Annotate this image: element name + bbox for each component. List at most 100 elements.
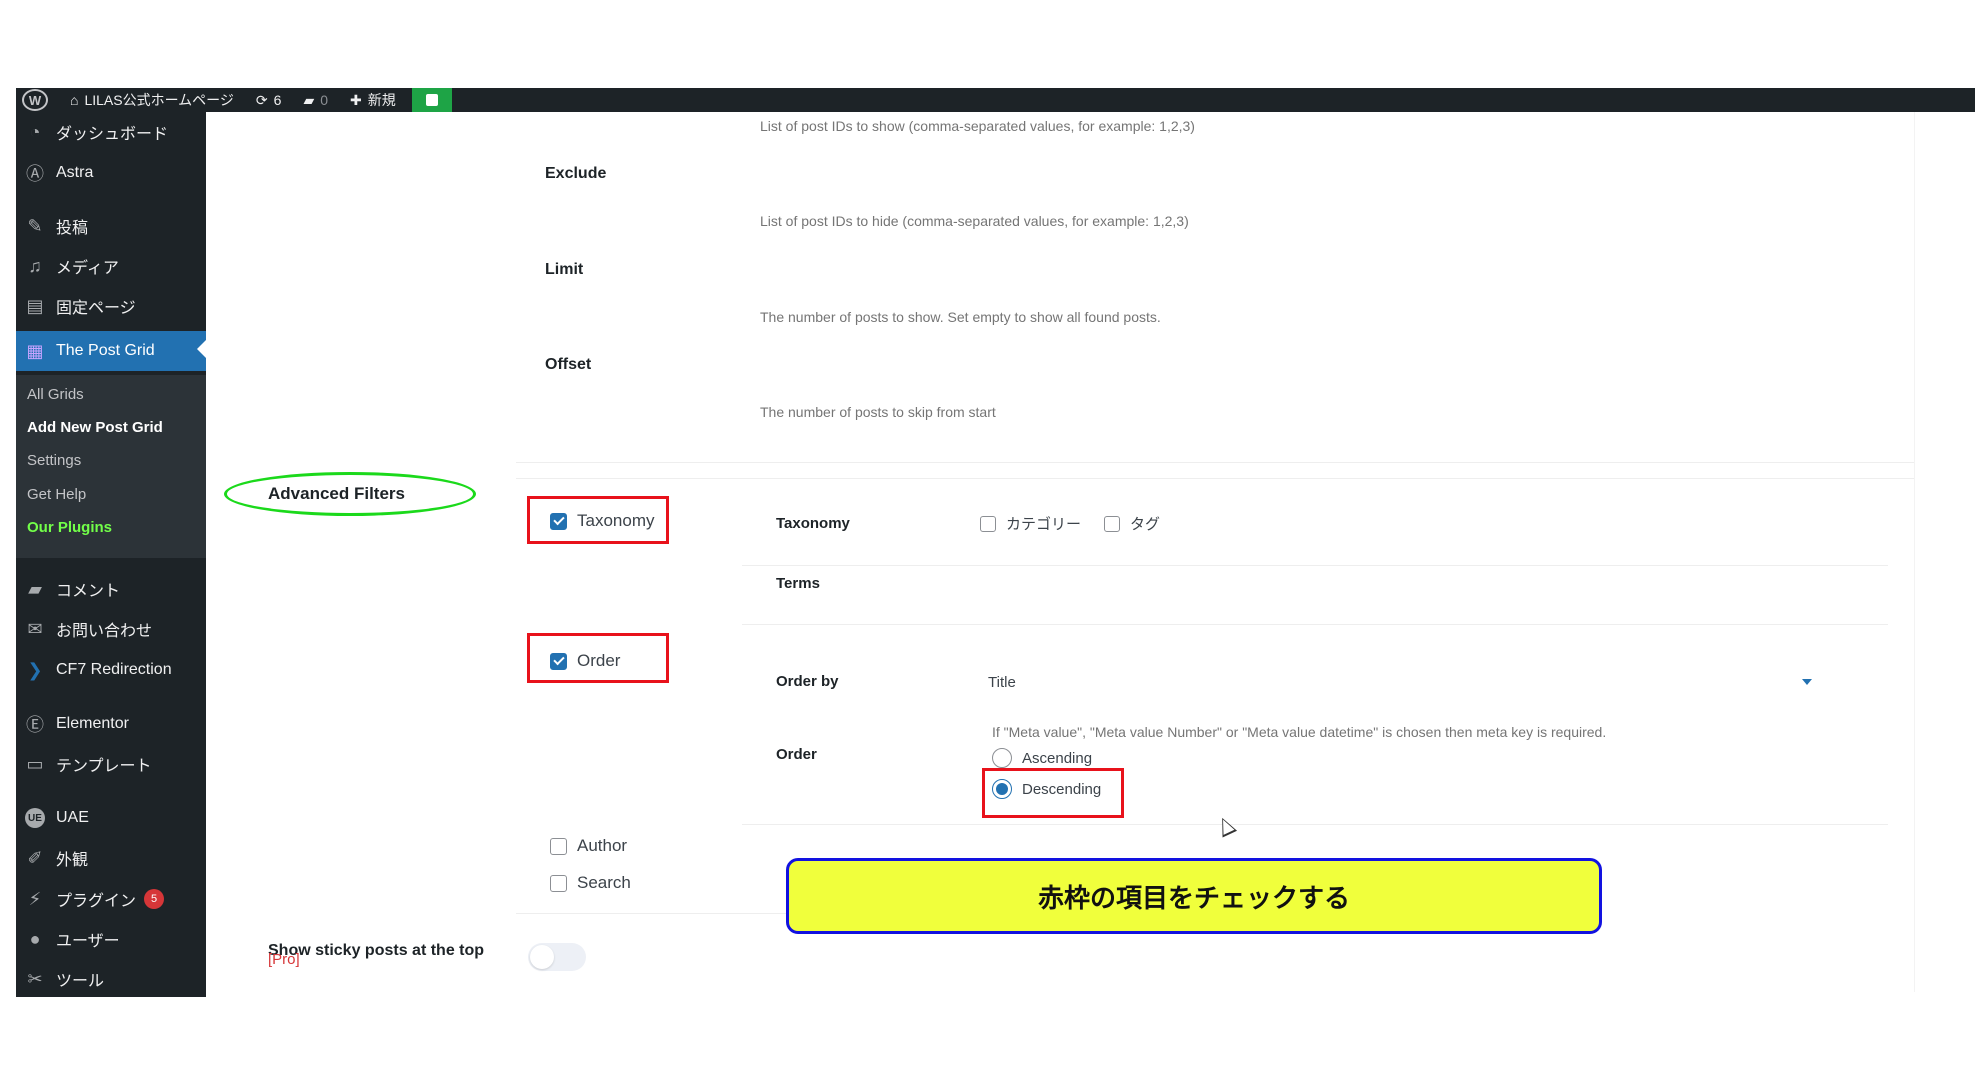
dashboard-icon: ◔ bbox=[29, 121, 41, 142]
checkbox-unchecked[interactable] bbox=[1104, 515, 1120, 532]
sidebar-item-appearance[interactable]: ✐ 外観 bbox=[16, 840, 206, 876]
site-name-link[interactable]: ⌂ LILAS公式ホームページ bbox=[70, 88, 234, 112]
sticky-posts-label: Show sticky posts at the top bbox=[268, 942, 485, 959]
filter-search-checkbox[interactable]: Search bbox=[550, 873, 631, 893]
checkbox-checked[interactable] bbox=[550, 652, 567, 670]
sidebar-item-astra[interactable]: Ⓐ Astra bbox=[16, 155, 206, 191]
offset-description: The number of posts to skip from start bbox=[760, 404, 996, 420]
divider bbox=[742, 624, 1888, 625]
sidebar-item-comments[interactable]: ▰ コメント bbox=[16, 571, 206, 607]
content-right-border bbox=[1914, 112, 1915, 992]
instruction-callout: 赤枠の項目をチェックする bbox=[786, 858, 1602, 934]
radio-selected[interactable] bbox=[992, 779, 1012, 799]
sidebar-item-label: ユーザー bbox=[56, 933, 120, 950]
filter-author-checkbox[interactable]: Author bbox=[550, 836, 627, 856]
order-by-value: Title bbox=[988, 673, 1016, 691]
sidebar-item-users[interactable]: ● ユーザー bbox=[16, 921, 206, 957]
sidebar-item-media[interactable]: ♫ メディア bbox=[16, 248, 206, 284]
taxonomy-tag-checkbox[interactable]: タグ bbox=[1104, 513, 1160, 534]
submenu-get-help[interactable]: Get Help bbox=[27, 486, 86, 503]
pin-icon: ✎ bbox=[27, 215, 43, 236]
sidebar-item-posts[interactable]: ✎ 投稿 bbox=[16, 208, 206, 244]
sidebar-item-label: お問い合わせ bbox=[56, 623, 153, 640]
radio-unselected[interactable] bbox=[992, 748, 1012, 768]
home-icon: ⌂ bbox=[70, 92, 79, 108]
order-by-select[interactable]: Title bbox=[980, 668, 1820, 696]
mouse-cursor-icon bbox=[1214, 814, 1238, 838]
sidebar-item-label: UAE bbox=[56, 809, 89, 826]
checkbox-checked[interactable] bbox=[550, 512, 567, 530]
filter-order-checkbox[interactable]: Order bbox=[550, 651, 620, 671]
sidebar-item-label: メディア bbox=[56, 260, 119, 277]
checkbox-unchecked[interactable] bbox=[550, 874, 567, 892]
admin-bar: W ⌂ LILAS公式ホームページ ⟳ 6 ▰ 0 ✚ 新規 bbox=[16, 88, 1975, 112]
checkbox-label: Author bbox=[577, 836, 628, 855]
wordpress-logo[interactable]: W bbox=[16, 88, 48, 112]
sidebar-item-uae[interactable]: UE UAE bbox=[16, 800, 206, 836]
filter-taxonomy-checkbox[interactable]: Taxonomy bbox=[550, 511, 654, 531]
refresh-icon: ⟳ bbox=[255, 91, 268, 108]
security-lock-button[interactable] bbox=[411, 88, 452, 112]
sidebar-item-label: CF7 Redirection bbox=[56, 661, 172, 678]
order-note: If "Meta value", "Meta value Number" or … bbox=[992, 724, 1607, 740]
sidebar-item-elementor[interactable]: Ⓔ Elementor bbox=[16, 706, 206, 742]
order-ascending-radio[interactable]: Ascending bbox=[992, 748, 1092, 768]
limit-label: Limit bbox=[545, 261, 584, 278]
lock-icon bbox=[425, 94, 438, 106]
taxonomy-category-checkbox[interactable]: カテゴリー bbox=[980, 513, 1081, 534]
caret-down-icon bbox=[1802, 679, 1812, 685]
comments-link[interactable]: ▰ 0 bbox=[303, 88, 328, 112]
sidebar-item-label: プラグイン bbox=[56, 893, 137, 910]
sidebar-item-label: The Post Grid bbox=[56, 342, 155, 359]
uae-icon: UE bbox=[24, 807, 46, 829]
sidebar-item-label: 外観 bbox=[56, 852, 89, 869]
sidebar-item-the-post-grid[interactable]: ▦ The Post Grid bbox=[16, 331, 206, 371]
terms-label: Terms bbox=[776, 575, 820, 592]
sidebar-item-dashboard[interactable]: ◔ ダッシュボード bbox=[16, 114, 206, 150]
sidebar-item-plugins[interactable]: ⚡ プラグイン 5 bbox=[16, 881, 206, 917]
sidebar-item-contact[interactable]: ✉ お問い合わせ bbox=[16, 611, 206, 647]
sidebar-item-label: 投稿 bbox=[56, 220, 89, 237]
sidebar-item-templates[interactable]: ▭ テンプレート bbox=[16, 746, 206, 782]
submenu-add-new-post-grid[interactable]: Add New Post Grid bbox=[27, 419, 163, 436]
comments-count: 0 bbox=[320, 92, 329, 108]
pro-badge: [Pro] bbox=[268, 951, 300, 968]
include-description: List of post IDs to show (comma-separate… bbox=[760, 118, 1195, 134]
sidebar-item-pages[interactable]: ▤ 固定ページ bbox=[16, 288, 206, 324]
divider bbox=[516, 462, 1914, 463]
plugin-update-badge: 5 bbox=[144, 889, 165, 909]
comment-icon: ▰ bbox=[28, 578, 42, 599]
order-label: Order bbox=[776, 746, 817, 763]
divider bbox=[516, 913, 786, 914]
grid-icon: ▦ bbox=[26, 340, 44, 361]
checkbox-label: カテゴリー bbox=[1006, 516, 1082, 533]
sidebar-item-cf7-redirection[interactable]: ❯ CF7 Redirection bbox=[16, 652, 206, 688]
comment-bubble-icon: ▰ bbox=[303, 91, 315, 108]
checkbox-unchecked[interactable] bbox=[550, 837, 567, 855]
sidebar-item-label: ダッシュボード bbox=[56, 126, 169, 143]
site-name: LILAS公式ホームページ bbox=[84, 92, 234, 108]
new-content-link[interactable]: ✚ 新規 bbox=[350, 88, 396, 112]
submenu-all-grids[interactable]: All Grids bbox=[27, 386, 84, 403]
elementor-icon: Ⓔ bbox=[26, 715, 44, 735]
checkbox-label: Search bbox=[577, 873, 631, 892]
astra-icon: Ⓐ bbox=[26, 164, 44, 184]
sidebar-item-tools[interactable]: ✂ ツール bbox=[16, 961, 206, 997]
radio-label: Ascending bbox=[1022, 749, 1093, 767]
updates-link[interactable]: ⟳ 6 bbox=[256, 88, 282, 112]
order-descending-radio[interactable]: Descending bbox=[992, 779, 1101, 799]
order-by-label: Order by bbox=[776, 673, 839, 690]
user-icon: ● bbox=[29, 928, 41, 949]
advanced-filters-title: Advanced Filters bbox=[268, 484, 405, 503]
divider bbox=[516, 478, 1914, 479]
new-label: 新規 bbox=[367, 92, 396, 108]
submenu-our-plugins[interactable]: Our Plugins bbox=[27, 519, 112, 536]
checkbox-label: タグ bbox=[1130, 516, 1161, 533]
mail-icon: ✉ bbox=[27, 618, 43, 639]
sticky-posts-toggle[interactable] bbox=[528, 943, 586, 971]
checkbox-unchecked[interactable] bbox=[980, 515, 996, 532]
sidebar-item-label: ツール bbox=[56, 973, 105, 990]
sidebar-item-label: コメント bbox=[56, 583, 121, 600]
exclude-label: Exclude bbox=[545, 165, 607, 182]
submenu-settings[interactable]: Settings bbox=[27, 452, 81, 469]
